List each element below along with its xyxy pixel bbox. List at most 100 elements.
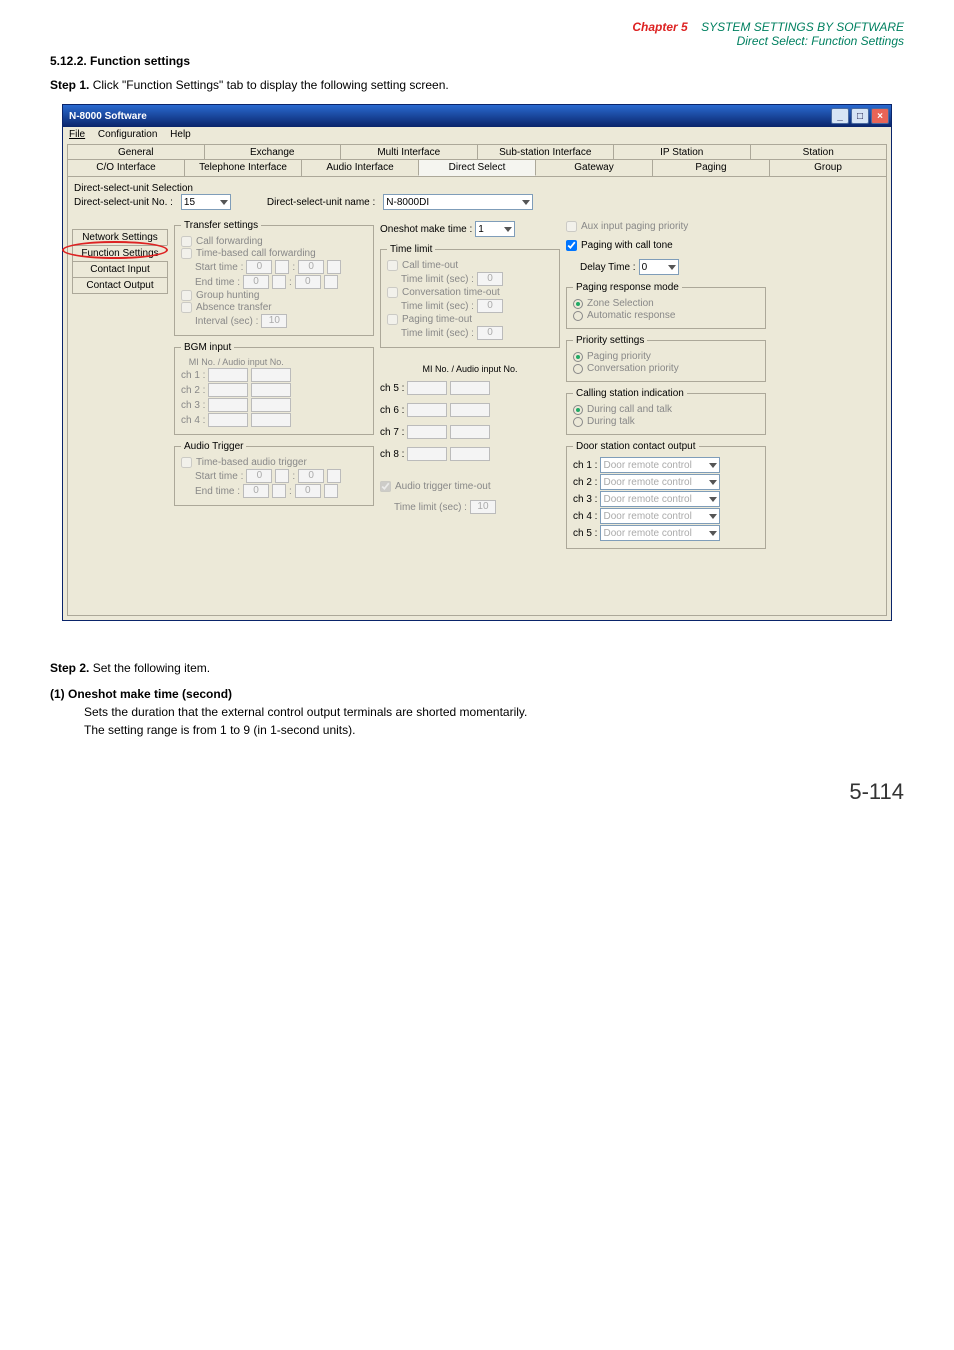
unit-no-select[interactable]: 15 (181, 194, 231, 210)
bgm-ch3-au[interactable] (251, 398, 291, 412)
bgm-ch6-au[interactable] (450, 403, 490, 417)
sidetab-func[interactable]: Function Settings (72, 245, 168, 262)
start-min[interactable]: 0 (298, 260, 324, 274)
bgm-ch1-mi[interactable] (208, 368, 248, 382)
sidetab-net[interactable]: Network Settings (72, 229, 168, 246)
tab-co[interactable]: C/O Interface (67, 159, 185, 176)
paging-priority-radio[interactable] (573, 352, 583, 362)
tab-multi[interactable]: Multi Interface (340, 144, 478, 160)
tab-tel[interactable]: Telephone Interface (184, 159, 302, 176)
spin-icon[interactable] (324, 484, 338, 498)
conv-priority-radio[interactable] (573, 364, 583, 374)
paging-tone-check[interactable] (566, 240, 577, 251)
door-group: Door station contact output ch 1 :Door r… (566, 441, 766, 549)
door-ch2-select[interactable]: Door remote control (600, 474, 720, 490)
close-button[interactable]: × (871, 108, 889, 124)
door-ch1-select[interactable]: Door remote control (600, 457, 720, 473)
bgm-ch4-au[interactable] (251, 413, 291, 427)
start-hour[interactable]: 0 (246, 260, 272, 274)
at-end-min[interactable]: 0 (295, 484, 321, 498)
auto-radio[interactable] (573, 311, 583, 321)
tab-paging[interactable]: Paging (652, 159, 770, 176)
bgm-ch2-mi[interactable] (208, 383, 248, 397)
call-timeout-check[interactable] (387, 260, 398, 271)
door-ch2-label: ch 2 : (573, 477, 597, 488)
delay-time-select[interactable]: 0 (639, 259, 679, 275)
interval-label: Interval (sec) : (195, 316, 258, 327)
call-fwd-check[interactable] (181, 236, 192, 247)
at-end-hour[interactable]: 0 (243, 484, 269, 498)
at-end-label: End time : (195, 486, 240, 497)
side-tabs: Network Settings Function Settings Conta… (72, 229, 168, 293)
interval-field[interactable]: 10 (261, 314, 287, 328)
bgm-ch7-au[interactable] (450, 425, 490, 439)
bgm-ch1-au[interactable] (251, 368, 291, 382)
tab-direct[interactable]: Direct Select (418, 159, 536, 176)
tab-exchange[interactable]: Exchange (204, 144, 342, 160)
door-ch5-select[interactable]: Door remote control (600, 525, 720, 541)
spin-icon[interactable] (275, 469, 289, 483)
spin-icon[interactable] (327, 469, 341, 483)
bgm-col2-header: MI No. / Audio input No. (380, 364, 560, 374)
bgm-ch8-label: ch 8 : (380, 449, 404, 460)
door-ch3-select[interactable]: Door remote control (600, 491, 720, 507)
group-hunting-check[interactable] (181, 290, 192, 301)
tab-station[interactable]: Station (750, 144, 888, 160)
spin-icon[interactable] (324, 275, 338, 289)
tab-general[interactable]: General (67, 144, 205, 160)
dropdown-arrow-icon (220, 200, 228, 205)
tab-gateway[interactable]: Gateway (535, 159, 653, 176)
unit-no-value: 15 (184, 197, 195, 208)
paging-timeout-check[interactable] (387, 314, 398, 325)
sidetab-cout[interactable]: Contact Output (72, 277, 168, 294)
unit-name-select[interactable]: N-8000DI (383, 194, 533, 210)
zone-radio[interactable] (573, 299, 583, 309)
tab-ip[interactable]: IP Station (613, 144, 751, 160)
timelimit-legend: Time limit (387, 244, 435, 255)
time-based-audio-check[interactable] (181, 457, 192, 468)
dropdown-arrow-icon (709, 497, 717, 502)
tab-group[interactable]: Group (769, 159, 887, 176)
at-start-hour[interactable]: 0 (246, 469, 272, 483)
bgm-ch5-mi[interactable] (407, 381, 447, 395)
oneshot-select[interactable]: 1 (475, 221, 515, 237)
bgm-ch4-mi[interactable] (208, 413, 248, 427)
tab-audio[interactable]: Audio Interface (301, 159, 419, 176)
paging-tl-field[interactable]: 0 (477, 326, 503, 340)
time-based-check[interactable] (181, 248, 192, 259)
menu-config[interactable]: Configuration (98, 129, 157, 140)
menu-file[interactable]: File (69, 129, 85, 140)
maximize-button[interactable]: □ (851, 108, 869, 124)
at-start-min[interactable]: 0 (298, 469, 324, 483)
response-mode-group: Paging response mode Zone Selection Auto… (566, 282, 766, 329)
bgm-ch8-au[interactable] (450, 447, 490, 461)
bgm-ch5-au[interactable] (450, 381, 490, 395)
spin-icon[interactable] (272, 275, 286, 289)
aux-priority-check[interactable] (566, 221, 577, 232)
audio-trig-timeout-check[interactable] (380, 481, 391, 492)
during-call-radio[interactable] (573, 405, 583, 415)
at-tl-field[interactable]: 10 (470, 500, 496, 514)
bgm-ch7-mi[interactable] (407, 425, 447, 439)
bgm-ch3-mi[interactable] (208, 398, 248, 412)
dropdown-arrow-icon (709, 531, 717, 536)
sidetab-cin[interactable]: Contact Input (72, 261, 168, 278)
call-tl-field[interactable]: 0 (477, 272, 503, 286)
bgm-ch6-mi[interactable] (407, 403, 447, 417)
spin-icon[interactable] (272, 484, 286, 498)
absence-check[interactable] (181, 302, 192, 313)
oneshot-label: Oneshot make time : (380, 224, 472, 235)
bgm-ch8-mi[interactable] (407, 447, 447, 461)
spin-icon[interactable] (275, 260, 289, 274)
menu-help[interactable]: Help (170, 129, 191, 140)
end-min[interactable]: 0 (295, 275, 321, 289)
bgm-ch2-au[interactable] (251, 383, 291, 397)
door-ch4-select[interactable]: Door remote control (600, 508, 720, 524)
end-hour[interactable]: 0 (243, 275, 269, 289)
tab-sub[interactable]: Sub-station Interface (477, 144, 615, 160)
conv-timeout-check[interactable] (387, 287, 398, 298)
spin-icon[interactable] (327, 260, 341, 274)
minimize-button[interactable]: _ (831, 108, 849, 124)
during-talk-radio[interactable] (573, 417, 583, 427)
conv-tl-field[interactable]: 0 (477, 299, 503, 313)
